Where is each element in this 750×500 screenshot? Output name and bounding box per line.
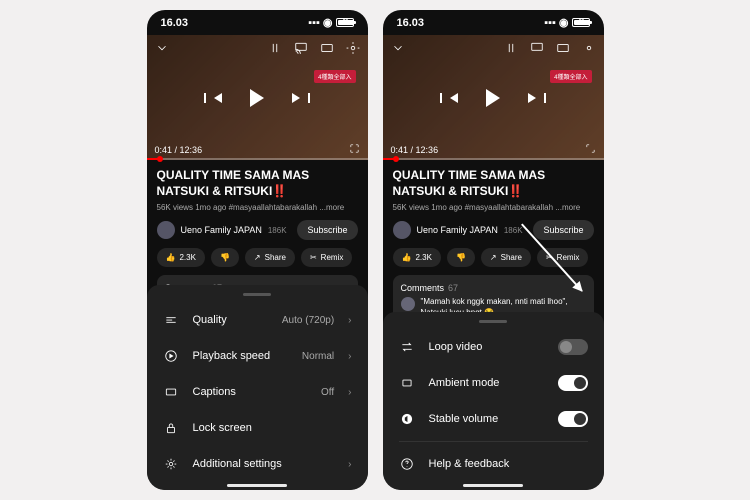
cast-icon[interactable] xyxy=(294,41,308,58)
previous-icon[interactable] xyxy=(450,93,458,103)
additional-row[interactable]: Additional settings › xyxy=(147,446,368,482)
additional-settings-sheet: Loop video Ambient mode Stable volume He… xyxy=(383,312,604,490)
loop-toggle[interactable] xyxy=(558,339,588,355)
like-button[interactable]: 👍 2.3K xyxy=(157,248,205,267)
video-player[interactable]: 4種類全部入 0:41 / 12:36 xyxy=(147,35,368,160)
chevron-right-icon: › xyxy=(348,387,351,398)
home-indicator[interactable] xyxy=(227,484,287,487)
pause-icon[interactable] xyxy=(268,41,282,58)
subscribe-button[interactable]: Subscribe xyxy=(297,220,357,240)
channel-avatar[interactable] xyxy=(393,221,411,239)
previous-icon[interactable] xyxy=(214,93,222,103)
sheet-handle[interactable] xyxy=(243,293,271,296)
stable-row[interactable]: Stable volume xyxy=(383,401,604,437)
status-time: 16.03 xyxy=(161,17,189,29)
chevron-right-icon: › xyxy=(348,351,351,362)
captions-icon[interactable] xyxy=(556,41,570,58)
captions-row[interactable]: Captions Off › xyxy=(147,374,368,410)
battery-icon: 30 xyxy=(336,18,354,27)
stable-toggle[interactable] xyxy=(558,411,588,427)
comments-count: 67 xyxy=(448,283,458,293)
share-button[interactable]: ↗ Share xyxy=(245,248,295,267)
commenter-avatar xyxy=(401,297,415,311)
video-title[interactable]: QUALITY TIME SAMA MAS NATSUKI & RITSUKI‼… xyxy=(157,168,358,199)
play-icon[interactable] xyxy=(250,89,264,107)
channel-row[interactable]: Ueno Family JAPAN 186K Subscribe xyxy=(157,220,358,240)
phone-left: 16.03 ▪▪▪ ◉ 30 4種類全部入 xyxy=(147,10,368,490)
settings-icon[interactable] xyxy=(346,41,360,58)
quality-row[interactable]: Quality Auto (720p) › xyxy=(147,302,368,338)
action-row: 👍 2.3K 👎 ↗ Share ✂ Remix ⬇ Downlo xyxy=(393,248,594,267)
status-bar: 16.03 ▪▪▪ ◉ 30 xyxy=(147,10,368,35)
settings-icon[interactable] xyxy=(582,41,596,58)
volume-icon xyxy=(399,411,415,427)
channel-name[interactable]: Ueno Family JAPAN xyxy=(417,225,498,235)
next-icon[interactable] xyxy=(292,93,300,103)
remix-button[interactable]: ✂ Remix xyxy=(301,248,352,267)
quality-icon xyxy=(163,312,179,328)
ambient-icon xyxy=(399,375,415,391)
pause-icon[interactable] xyxy=(504,41,518,58)
like-button[interactable]: 👍 2.3K xyxy=(393,248,441,267)
status-icons: ▪▪▪ ◉ 30 xyxy=(308,16,353,29)
progress-bar[interactable] xyxy=(383,158,604,160)
video-title[interactable]: QUALITY TIME SAMA MAS NATSUKI & RITSUKI‼… xyxy=(393,168,594,199)
channel-avatar[interactable] xyxy=(157,221,175,239)
gear-icon xyxy=(163,456,179,472)
sheet-handle[interactable] xyxy=(479,320,507,323)
status-bar: 16.03 ▪▪▪ ◉ 30 xyxy=(383,10,604,35)
progress-bar[interactable] xyxy=(147,158,368,160)
captions-icon xyxy=(163,384,179,400)
dislike-button[interactable]: 👎 xyxy=(447,248,475,267)
video-time: 0:41 / 12:36 xyxy=(391,145,439,155)
loop-icon xyxy=(399,339,415,355)
ambient-row[interactable]: Ambient mode xyxy=(383,365,604,401)
channel-row[interactable]: Ueno Family JAPAN 186K Subscribe xyxy=(393,220,594,240)
lock-row[interactable]: Lock screen xyxy=(147,410,368,446)
subscriber-count: 186K xyxy=(504,226,523,235)
fullscreen-icon[interactable] xyxy=(585,143,596,156)
wifi-icon: ◉ xyxy=(323,16,333,29)
signal-icon: ▪▪▪ xyxy=(544,17,556,29)
wifi-icon: ◉ xyxy=(559,16,569,29)
settings-sheet: Quality Auto (720p) › Playback speed Nor… xyxy=(147,285,368,490)
phone-right: 16.03 ▪▪▪ ◉ 30 4種類全部入 xyxy=(383,10,604,490)
chevron-right-icon: › xyxy=(348,459,351,470)
speed-row[interactable]: Playback speed Normal › xyxy=(147,338,368,374)
help-row[interactable]: Help & feedback xyxy=(383,446,604,482)
subscribe-button[interactable]: Subscribe xyxy=(533,220,593,240)
play-icon[interactable] xyxy=(486,89,500,107)
video-time: 0:41 / 12:36 xyxy=(155,145,203,155)
ambient-toggle[interactable] xyxy=(558,375,588,391)
action-row: 👍 2.3K 👎 ↗ Share ✂ Remix ⬇ Downlo xyxy=(157,248,358,267)
status-icons: ▪▪▪ ◉ 30 xyxy=(544,16,589,29)
share-button[interactable]: ↗ Share xyxy=(481,248,531,267)
comments-label: Comments xyxy=(401,283,445,293)
collapse-icon[interactable] xyxy=(391,41,405,58)
collapse-icon[interactable] xyxy=(155,41,169,58)
lock-icon xyxy=(163,420,179,436)
cast-icon[interactable] xyxy=(530,41,544,58)
channel-name[interactable]: Ueno Family JAPAN xyxy=(181,225,262,235)
loop-row[interactable]: Loop video xyxy=(383,329,604,365)
dislike-button[interactable]: 👎 xyxy=(211,248,239,267)
video-player[interactable]: 4種類全部入 0:41 / 12:36 xyxy=(383,35,604,160)
home-indicator[interactable] xyxy=(463,484,523,487)
captions-icon[interactable] xyxy=(320,41,334,58)
battery-icon: 30 xyxy=(572,18,590,27)
video-sign: 4種類全部入 xyxy=(550,70,591,83)
help-icon xyxy=(399,456,415,472)
next-icon[interactable] xyxy=(528,93,536,103)
signal-icon: ▪▪▪ xyxy=(308,17,320,29)
video-meta[interactable]: 56K views 1mo ago #masyaallahtabarakalla… xyxy=(157,203,358,212)
status-time: 16.03 xyxy=(397,17,425,29)
subscriber-count: 186K xyxy=(268,226,287,235)
chevron-right-icon: › xyxy=(348,315,351,326)
speed-icon xyxy=(163,348,179,364)
video-meta[interactable]: 56K views 1mo ago #masyaallahtabarakalla… xyxy=(393,203,594,212)
fullscreen-icon[interactable] xyxy=(349,143,360,156)
video-sign: 4種類全部入 xyxy=(314,70,355,83)
